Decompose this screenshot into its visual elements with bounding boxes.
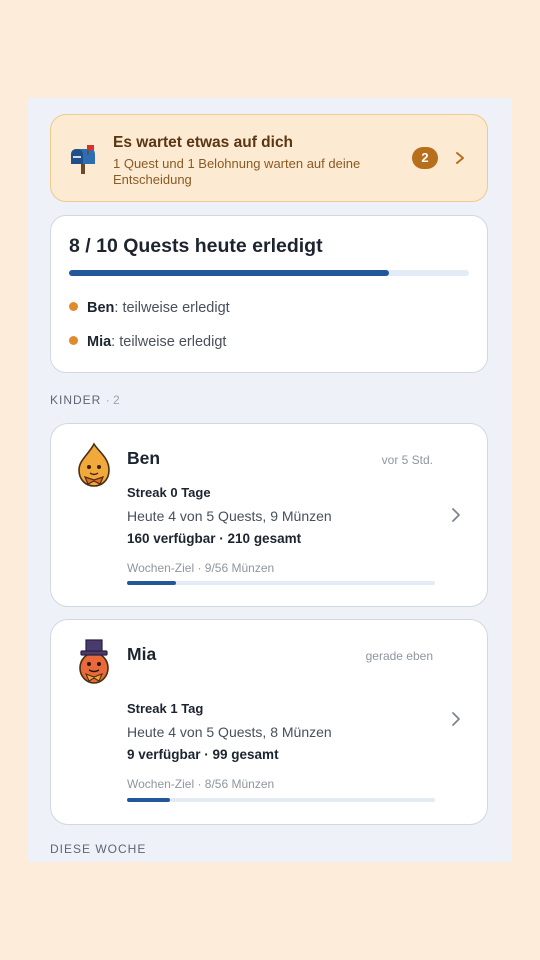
kids-section-label: KINDER · 2 — [50, 393, 120, 407]
kid-weekly-goal: Wochen-Ziel · 9/56 Münzen — [127, 561, 275, 575]
kid-card-ben[interactable]: Ben vor 5 Std. Streak 0 Tage Heute 4 von… — [50, 423, 488, 607]
chevron-right-icon — [456, 152, 464, 164]
kid-name: Mia — [127, 644, 157, 664]
summary-kid-name: Ben — [87, 300, 115, 316]
banner-title: Es wartet etwas auf dich — [113, 134, 294, 151]
weekly-goal-fill — [127, 798, 171, 802]
summary-kid-status: : teilweise erledigt — [114, 300, 230, 316]
weekly-goal-bar — [127, 798, 435, 802]
summary-kid-status: : teilweise erledigt — [111, 334, 227, 350]
weekly-goal-fill — [127, 581, 177, 585]
summary-kid-name: Mia — [87, 334, 112, 350]
week-section-label: DIESE WOCHE — [50, 842, 147, 856]
summary-title: 8 / 10 Quests heute erledigt — [69, 235, 323, 257]
daily-summary-card: 8 / 10 Quests heute erledigt Ben: teilwe… — [50, 215, 488, 373]
chevron-right-icon — [452, 712, 460, 726]
main-panel: Es wartet etwas auf dich 1 Quest und 1 B… — [28, 98, 512, 862]
pending-decisions-banner[interactable]: Es wartet etwas auf dich 1 Quest und 1 B… — [50, 114, 488, 202]
kid-streak: Streak 1 Tag — [127, 701, 204, 716]
status-dot — [69, 336, 78, 345]
kid-coins: 160 verfügbar · 210 gesamt — [127, 531, 302, 546]
last-active-time: vor 5 Std. — [381, 453, 433, 467]
summary-progress-bar — [69, 270, 469, 276]
summary-kid-row: Mia: teilweise erledigt — [69, 334, 226, 350]
kids-count: · 2 — [105, 393, 120, 407]
summary-kid-row: Ben: teilweise erledigt — [69, 300, 230, 316]
flame-avatar-icon — [78, 442, 110, 487]
kid-coins: 9 verfügbar · 99 gesamt — [127, 747, 279, 762]
kid-card-mia[interactable]: Mia gerade eben Streak 1 Tag Heute 4 von… — [50, 619, 488, 825]
pending-count-badge: 2 — [412, 147, 438, 169]
kid-name: Ben — [127, 448, 161, 468]
kid-today-progress: Heute 4 von 5 Quests, 9 Münzen — [127, 508, 332, 524]
banner-subtitle: 1 Quest und 1 Belohnung warten auf deine… — [113, 156, 361, 187]
last-active-time: gerade eben — [365, 649, 433, 663]
kid-weekly-goal: Wochen-Ziel · 8/56 Münzen — [127, 777, 275, 791]
section-label-text: KINDER — [50, 393, 102, 407]
chevron-right-icon — [452, 508, 460, 522]
weekly-goal-bar — [127, 581, 435, 585]
egg-hat-avatar-icon — [79, 639, 109, 684]
mailbox-icon — [71, 145, 95, 174]
summary-progress-fill — [69, 270, 389, 276]
status-dot — [69, 302, 78, 311]
kid-today-progress: Heute 4 von 5 Quests, 8 Münzen — [127, 724, 332, 740]
kid-streak: Streak 0 Tage — [127, 485, 211, 500]
